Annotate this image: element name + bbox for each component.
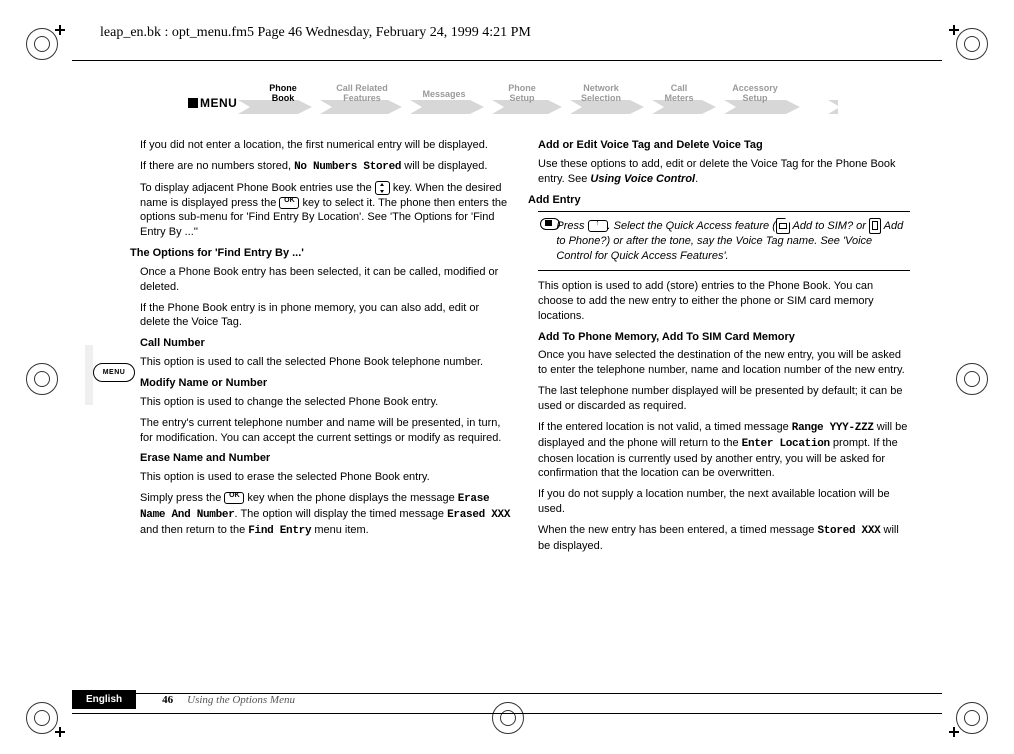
phone-memory-icon [869, 218, 881, 234]
para: If you did not enter a location, the fir… [140, 138, 512, 153]
note-text: Press . Select the Quick Access feature … [556, 218, 908, 264]
tab-call-related: Call Related Features [326, 83, 398, 115]
menu-marker: MENU [188, 96, 237, 110]
crop-ring [492, 702, 524, 734]
tab-phone-book: Phone Book [254, 83, 312, 115]
para: Once you have selected the destination o… [538, 348, 910, 378]
right-column: Add or Edit Voice Tag and Delete Voice T… [538, 138, 910, 560]
tab-accessory: Accessory Setup [724, 83, 786, 115]
heading: Add To Phone Memory, Add To SIM Card Mem… [538, 330, 910, 345]
lcd-text: No Numbers Stored [294, 161, 401, 173]
heading: Add Entry [528, 193, 910, 208]
heading: Add or Edit Voice Tag and Delete Voice T… [538, 138, 910, 153]
footer: English 46 Using the Options Menu [72, 690, 295, 709]
heading: Modify Name or Number [140, 376, 512, 391]
section-title: Using the Options Menu [187, 694, 295, 706]
lcd-text: Enter Location [742, 438, 830, 450]
heading: The Options for 'Find Entry By ...' [130, 246, 512, 261]
side-plate [85, 345, 93, 405]
para: This option is used to call the selected… [140, 355, 512, 370]
para: If the entered location is not valid, a … [538, 420, 910, 481]
para: Once a Phone Book entry has been selecte… [140, 265, 512, 295]
menu-pill-icon: MENU [93, 363, 135, 382]
quick-access-icon [540, 218, 548, 230]
crop-mark [940, 718, 968, 746]
para: This option is used to add (store) entri… [538, 279, 910, 324]
para: This option is used to erase the selecte… [140, 470, 512, 485]
ok-key-icon [279, 197, 299, 209]
body-columns: If you did not enter a location, the fir… [140, 138, 910, 560]
para: Use these options to add, edit or delete… [538, 157, 910, 187]
lcd-text: Erased XXX [447, 509, 510, 521]
lcd-text: Stored XXX [817, 525, 880, 537]
crop-mark [46, 16, 74, 44]
para: The entry's current telephone number and… [140, 416, 512, 446]
para: To display adjacent Phone Book entries u… [140, 181, 512, 240]
quick-access-note: Press . Select the Quick Access feature … [538, 211, 910, 271]
tab-network: Network Selection [570, 83, 632, 115]
para: If you do not supply a location number, … [538, 487, 910, 517]
menu-square-icon [188, 98, 198, 108]
tab-phone-setup: Phone Setup [494, 83, 550, 115]
lcd-text: Find Entry [248, 525, 311, 537]
page: leap_en.bk : opt_menu.fm5 Page 46 Wednes… [0, 0, 1014, 754]
top-rule [72, 60, 942, 61]
para: The last telephone number displayed will… [538, 384, 910, 414]
heading: Call Number [140, 336, 512, 351]
lcd-text: Range YYY-ZZZ [792, 422, 874, 434]
crop-ring [26, 363, 58, 395]
up-key-icon [588, 220, 608, 232]
para: This option is used to change the select… [140, 395, 512, 410]
crop-ring [956, 363, 988, 395]
bottom-rule [72, 713, 942, 714]
para: When the new entry has been entered, a t… [538, 523, 910, 554]
running-header: leap_en.bk : opt_menu.fm5 Page 46 Wednes… [100, 24, 531, 42]
para: If there are no numbers stored, No Numbe… [140, 159, 512, 175]
left-column: If you did not enter a location, the fir… [140, 138, 512, 560]
tab-call-meters: Call Meters [654, 83, 704, 115]
para: If the Phone Book entry is in phone memo… [140, 301, 512, 331]
ok-key-icon [224, 492, 244, 504]
page-number: 46 [162, 694, 173, 706]
crop-mark [940, 16, 968, 44]
para: Simply press the key when the phone disp… [140, 491, 512, 539]
menu-label: MENU [200, 96, 237, 110]
sim-icon [776, 218, 790, 234]
menu-tabs: MENU Phone Book Call Related Features [188, 78, 848, 126]
scroll-key-icon [375, 181, 390, 195]
heading: Erase Name and Number [140, 451, 512, 466]
crop-mark [46, 718, 74, 746]
tab-messages: Messages [414, 89, 474, 121]
language-tab: English [72, 690, 136, 709]
